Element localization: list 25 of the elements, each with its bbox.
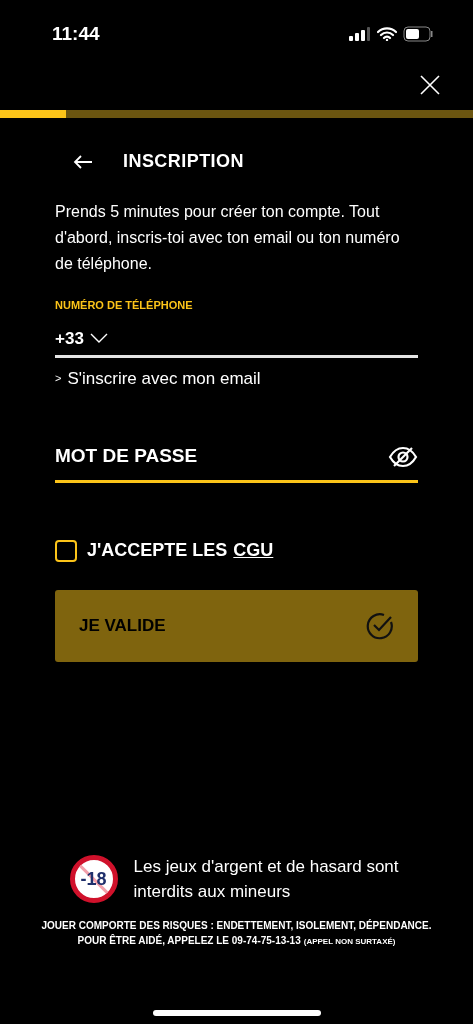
phone-field[interactable]: +33: [55, 319, 418, 358]
back-button[interactable]: [73, 153, 93, 170]
help-line: POUR ÊTRE AIDÉ, APPELEZ LE 09-74-75-13-13: [77, 933, 301, 948]
password-input[interactable]: MOT DE PASSE: [55, 442, 305, 471]
page-title: INSCRIPTION: [123, 150, 244, 173]
help-note: (APPEL NON SURTAXÉ): [303, 936, 396, 948]
email-signup-link[interactable]: > S'inscrire avec mon email: [55, 365, 418, 391]
phone-label: NUMÉRO DE TÉLÉPHONE: [55, 298, 194, 313]
chevron-down-icon: [89, 333, 108, 344]
eye-slash-icon[interactable]: [388, 445, 418, 468]
wifi-icon: [377, 27, 397, 41]
status-time: 11:44: [52, 21, 100, 46]
intro-text: Prends 5 minutes pour créer ton compte. Tout d'abord, inscris-toi avec ton email ou ton numéro de téléphone.: [55, 202, 401, 274]
signal-icon: [349, 27, 371, 41]
check-circle-icon: [366, 612, 394, 640]
battery-icon: [403, 26, 433, 42]
terms-checkbox[interactable]: [55, 539, 77, 562]
age-restriction-badge: -18: [69, 855, 118, 903]
country-code-select[interactable]: +33: [55, 325, 108, 351]
risk-warning: JOUER COMPORTE DES RISQUES : ENDETTEMENT, ISOLEMENT, DÉPENDANCE.: [41, 918, 432, 933]
minors-notice: Les jeux d'argent et de hasard sont interdits aux mineurs: [133, 856, 400, 903]
password-field[interactable]: MOT DE PASSE: [55, 433, 418, 483]
terms-label: J'ACCEPTE LES: [87, 539, 228, 562]
close-button[interactable]: [419, 73, 443, 97]
terms-link[interactable]: CGU: [233, 537, 274, 564]
